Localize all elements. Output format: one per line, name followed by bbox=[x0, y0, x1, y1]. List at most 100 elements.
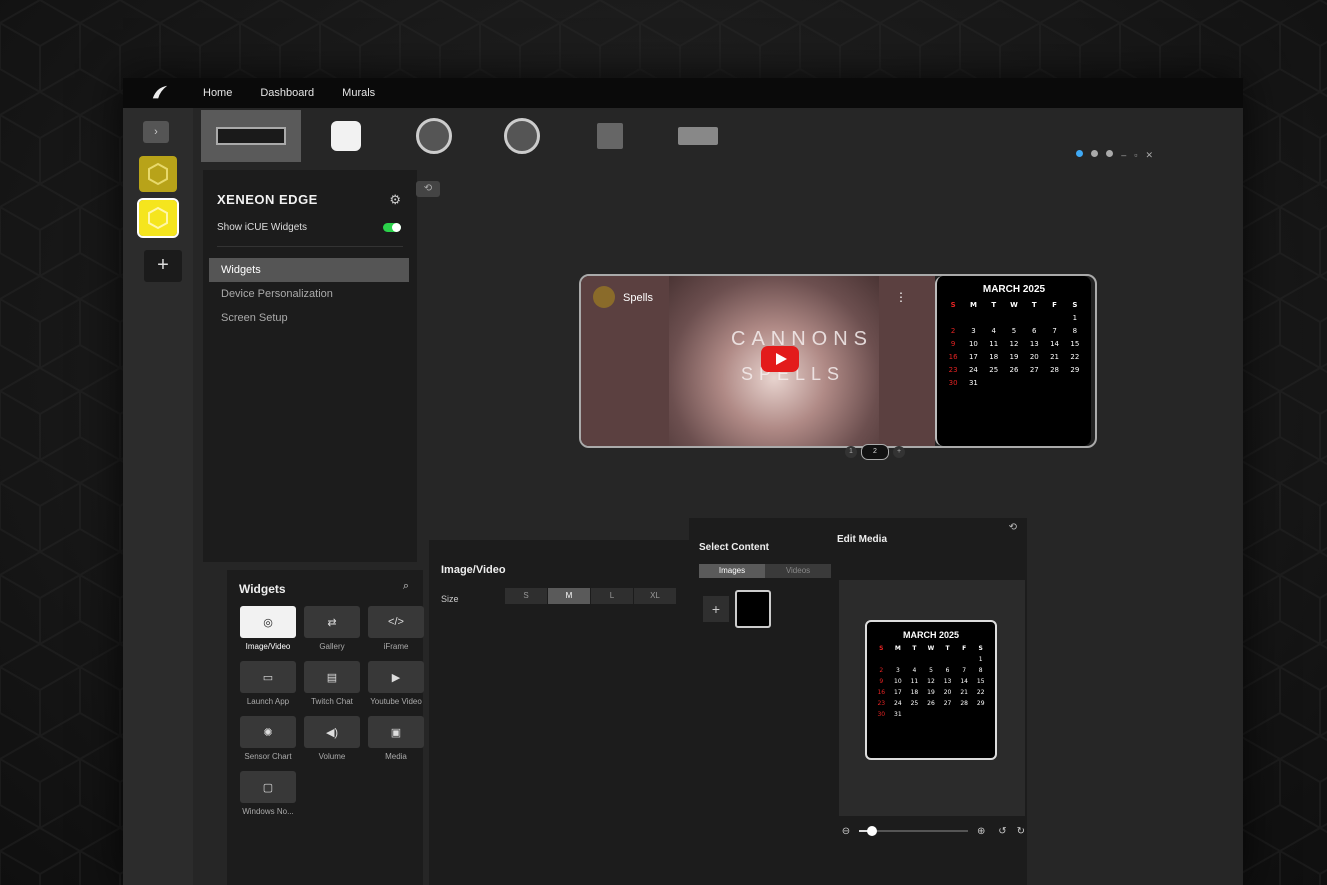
device-tabs bbox=[201, 110, 1243, 162]
rail-device-1[interactable] bbox=[139, 156, 177, 192]
rail-expand-button[interactable]: › bbox=[143, 121, 169, 143]
add-media-button[interactable]: + bbox=[703, 596, 729, 622]
rotate-right-icon[interactable]: ↻ bbox=[1017, 826, 1025, 837]
more-options-icon[interactable]: ⋮ bbox=[895, 290, 907, 304]
size-option-l[interactable]: L bbox=[591, 588, 634, 604]
calendar-blank bbox=[906, 656, 923, 663]
calendar-day: 2 bbox=[950, 327, 956, 335]
calendar-day: 19 bbox=[927, 689, 935, 696]
calendar-day: 10 bbox=[894, 678, 902, 685]
add-device-button[interactable]: + bbox=[144, 250, 182, 282]
widgets-panel: Widgets ⌕ ◎ Image/Video ⇄ Gallery </> iFrame ▭… bbox=[227, 570, 425, 885]
media-edit-canvas[interactable]: MARCH 2025 S M T W T F S 1 2 3 4 5 6 7 8 9 10 11 12 13 14 15 1… bbox=[839, 580, 1025, 816]
weekday-label: S bbox=[950, 301, 956, 309]
widget-tile-label: Launch App bbox=[246, 697, 290, 706]
calendar-widget[interactable]: MARCH 2025 S M T W T F S 1 2 3 4 5 6 7 8 9 10 11 12 13 14 15 1… bbox=[935, 276, 1091, 446]
calendar-day: 19 bbox=[1009, 353, 1019, 361]
tab-videos[interactable]: Videos bbox=[765, 564, 831, 578]
widget-tile[interactable]: ▶ Youtube Video bbox=[367, 661, 425, 706]
calendar-day: 8 bbox=[1072, 327, 1078, 335]
widget-tile[interactable]: ◎ Image/Video bbox=[239, 606, 297, 651]
widget-tile[interactable]: ▣ Media bbox=[367, 716, 425, 761]
screen-pager: 1 2 + bbox=[845, 444, 905, 460]
calendar-day: 10 bbox=[968, 340, 978, 348]
search-icon[interactable]: ⌕ bbox=[403, 580, 409, 593]
xeneon-edge-display-icon bbox=[216, 127, 286, 145]
nav-dashboard[interactable]: Dashboard bbox=[246, 87, 328, 99]
nav-murals[interactable]: Murals bbox=[328, 87, 389, 99]
calendar-day: 2 bbox=[879, 667, 884, 674]
calendar-day: 24 bbox=[894, 700, 902, 707]
zoom-in-icon[interactable]: ⊕ bbox=[974, 826, 988, 837]
calendar-blank bbox=[890, 656, 907, 663]
device-tab-fan-1[interactable] bbox=[391, 110, 477, 162]
device-tab-fan-2[interactable] bbox=[479, 110, 565, 162]
channel-avatar bbox=[593, 286, 615, 308]
tab-images[interactable]: Images bbox=[699, 564, 765, 578]
menu-item-widgets[interactable]: Widgets bbox=[209, 258, 409, 282]
widget-tile[interactable]: ▭ Launch App bbox=[239, 661, 297, 706]
device-tab-hub[interactable] bbox=[303, 110, 389, 162]
widget-tile[interactable]: </> iFrame bbox=[367, 606, 425, 651]
youtube-play-icon[interactable] bbox=[761, 346, 799, 372]
calendar-day: 28 bbox=[960, 700, 968, 707]
calendar-day: 12 bbox=[1009, 340, 1019, 348]
media-calendar-title: MARCH 2025 bbox=[902, 630, 960, 640]
size-option-xl[interactable]: XL bbox=[634, 588, 677, 604]
device-tab-controller[interactable] bbox=[567, 110, 653, 162]
menu-item-device-personalization[interactable]: Device Personalization bbox=[209, 282, 409, 306]
calendar-day: 27 bbox=[1029, 366, 1039, 374]
reset-layout-button[interactable]: ⟲ bbox=[416, 181, 440, 197]
gear-icon[interactable]: ⚙ bbox=[389, 192, 401, 208]
widget-grid: ◎ Image/Video ⇄ Gallery </> iFrame ▭ Launch App… bbox=[239, 606, 425, 816]
rotate-left-icon[interactable]: ↺ bbox=[998, 826, 1006, 837]
fan-icon bbox=[504, 118, 540, 154]
device-rail: › + bbox=[123, 108, 193, 885]
page-1-button[interactable]: 1 bbox=[845, 446, 857, 458]
rail-device-2[interactable] bbox=[137, 198, 179, 238]
calendar-day: 13 bbox=[943, 678, 952, 685]
show-widgets-toggle[interactable] bbox=[383, 223, 401, 232]
device-tab-xeneon-edge[interactable] bbox=[201, 110, 301, 162]
calendar-day: 14 bbox=[1050, 340, 1060, 348]
reset-icon[interactable]: ⟲ bbox=[1009, 522, 1017, 533]
add-page-button[interactable]: + bbox=[893, 446, 905, 458]
calendar-day: 16 bbox=[948, 353, 958, 361]
calendar-day: 6 bbox=[945, 667, 950, 674]
device-settings-panel: XENEON EDGE ⚙ Show iCUE Widgets Widgets … bbox=[203, 170, 417, 562]
size-option-s[interactable]: S bbox=[505, 588, 548, 604]
calendar-day: 9 bbox=[879, 678, 884, 685]
size-option-m[interactable]: M bbox=[548, 588, 591, 604]
screen-preview[interactable]: CANNONS SPELLS Spells ⋮ MARCH 2025 S M T W T… bbox=[579, 274, 1097, 448]
device-tab-keyboard[interactable] bbox=[655, 110, 741, 162]
fan-icon bbox=[416, 118, 452, 154]
widget-tile[interactable]: ▢ Windows No... bbox=[239, 771, 297, 816]
page-2-button[interactable]: 2 bbox=[861, 444, 889, 460]
widget-tile[interactable]: ✺ Sensor Chart bbox=[239, 716, 297, 761]
youtube-icon: ▶ bbox=[368, 661, 424, 693]
zoom-out-icon[interactable]: ⊖ bbox=[839, 826, 853, 837]
widget-tile[interactable]: ◀) Volume bbox=[303, 716, 361, 761]
widget-tile[interactable]: ⇄ Gallery bbox=[303, 606, 361, 651]
media-thumbnail[interactable] bbox=[735, 590, 771, 628]
nav-home[interactable]: Home bbox=[189, 87, 246, 99]
widget-tile-label: Media bbox=[385, 752, 407, 761]
widget-tile[interactable]: ▤ Twitch Chat bbox=[303, 661, 361, 706]
calendar-day: 21 bbox=[1050, 353, 1060, 361]
calendar-day: 31 bbox=[968, 379, 978, 387]
widget-tile-label: Youtube Video bbox=[370, 697, 422, 706]
settings-menu: Widgets Device Personalization Screen Se… bbox=[209, 258, 409, 330]
menu-item-screen-setup[interactable]: Screen Setup bbox=[209, 306, 409, 330]
calendar-day: 18 bbox=[989, 353, 999, 361]
calendar-title: MARCH 2025 bbox=[982, 284, 1046, 295]
calendar-day: 29 bbox=[976, 700, 985, 707]
calendar-day: 6 bbox=[1032, 327, 1037, 335]
calendar-blank bbox=[873, 656, 890, 663]
widget-tile-label: iFrame bbox=[383, 642, 409, 651]
youtube-widget[interactable]: CANNONS SPELLS Spells ⋮ bbox=[581, 276, 935, 446]
weekday-label: T bbox=[1031, 301, 1037, 309]
zoom-slider[interactable] bbox=[859, 826, 969, 836]
calendar-day: 18 bbox=[910, 689, 919, 696]
calendar-day: 16 bbox=[877, 689, 886, 696]
zoom-slider-handle[interactable] bbox=[867, 826, 878, 836]
